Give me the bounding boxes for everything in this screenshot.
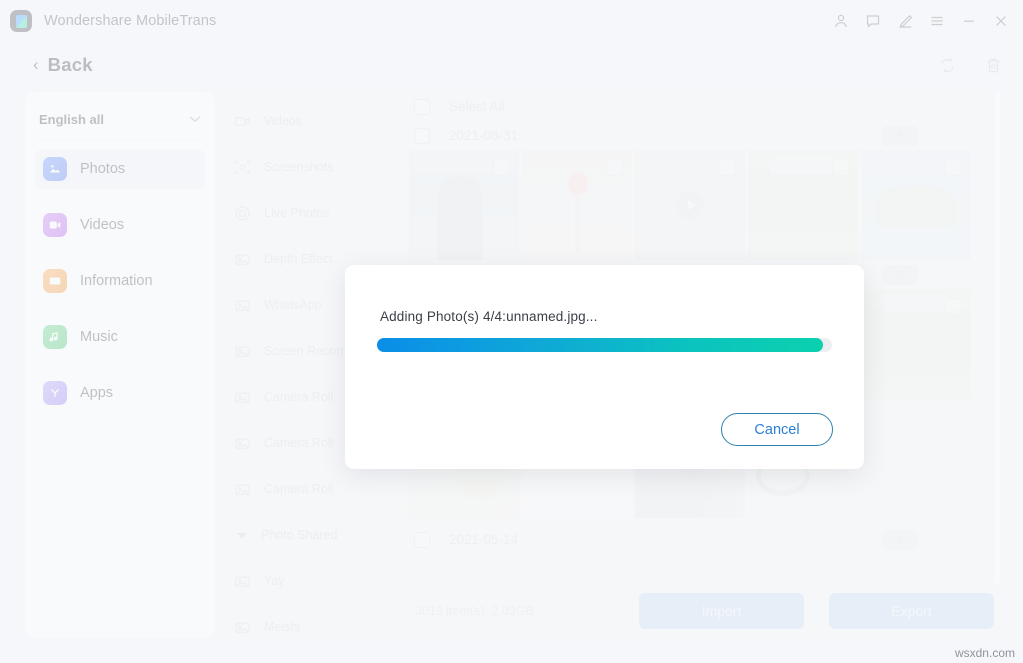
cancel-button[interactable]: Cancel bbox=[721, 413, 833, 446]
watermark: wsxdn.com bbox=[954, 646, 1015, 660]
progress-message: Adding Photo(s) 4/4:unnamed.jpg... bbox=[380, 309, 598, 324]
app-window: Wondershare MobileTrans bbox=[0, 0, 1023, 663]
progress-dialog: Adding Photo(s) 4/4:unnamed.jpg... Cance… bbox=[345, 265, 864, 469]
progress-bar-fill bbox=[377, 338, 823, 352]
progress-bar-track bbox=[377, 338, 832, 352]
